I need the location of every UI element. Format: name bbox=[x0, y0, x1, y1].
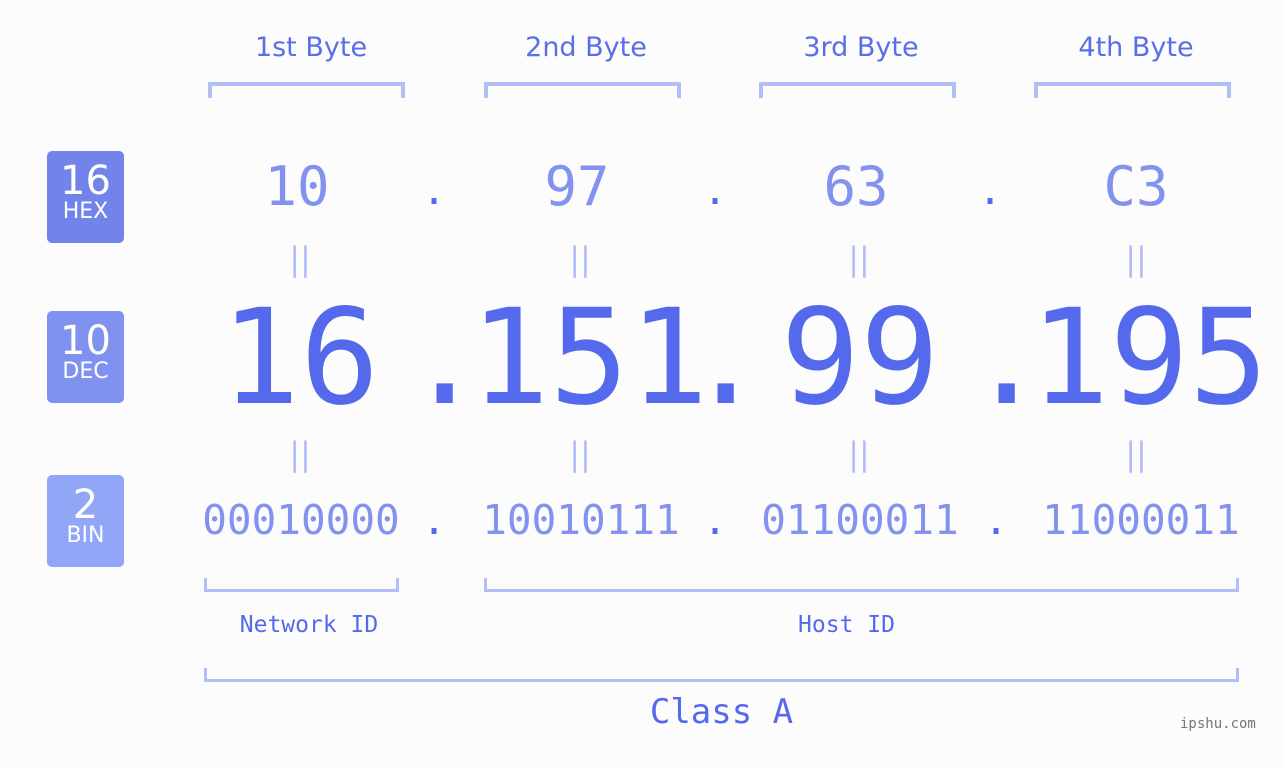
hex-separator-1: . bbox=[422, 168, 447, 214]
hex-badge: 16 HEX bbox=[47, 151, 124, 243]
watermark: ipshu.com bbox=[1180, 716, 1256, 732]
equals-icon: || bbox=[1125, 435, 1147, 473]
network-id-label: Network ID bbox=[239, 612, 379, 638]
bin-separator-1: . bbox=[422, 498, 447, 544]
byte-bracket-4 bbox=[1034, 82, 1231, 98]
dec-separator-3: . bbox=[967, 281, 1047, 435]
hex-separator-3: . bbox=[978, 168, 1003, 214]
hex-badge-label: HEX bbox=[62, 199, 109, 224]
byte-bracket-3 bbox=[759, 82, 956, 98]
hex-separator-2: . bbox=[703, 168, 728, 214]
dec-value-3: 99 bbox=[780, 281, 940, 435]
dec-separator-2: . bbox=[686, 281, 766, 435]
host-id-label: Host ID bbox=[798, 612, 895, 638]
bin-value-2: 10010111 bbox=[482, 496, 680, 544]
equals-icon: || bbox=[848, 240, 870, 278]
hex-value-2: 97 bbox=[544, 155, 610, 218]
hex-value-3: 63 bbox=[823, 155, 889, 218]
hex-badge-number: 16 bbox=[60, 158, 111, 204]
bin-value-3: 01100011 bbox=[761, 496, 959, 544]
class-label: Class A bbox=[649, 692, 794, 732]
host-id-bracket bbox=[484, 578, 1239, 592]
byte-label-3: 3rd Byte bbox=[803, 32, 919, 63]
bin-badge-number: 2 bbox=[72, 482, 99, 528]
hex-value-4: C3 bbox=[1103, 155, 1169, 218]
hex-value-1: 10 bbox=[264, 155, 330, 218]
byte-label-1: 1st Byte bbox=[254, 32, 368, 63]
equals-icon: || bbox=[289, 435, 311, 473]
byte-bracket-1 bbox=[208, 82, 405, 98]
byte-bracket-2 bbox=[484, 82, 681, 98]
bin-value-1: 00010000 bbox=[202, 496, 400, 544]
bin-separator-3: . bbox=[984, 498, 1009, 544]
equals-icon: || bbox=[1125, 240, 1147, 278]
dec-value-1: 16 bbox=[220, 281, 380, 435]
equals-icon: || bbox=[848, 435, 870, 473]
byte-label-4: 4th Byte bbox=[1078, 32, 1194, 63]
dec-value-4: 195 bbox=[1030, 281, 1269, 435]
byte-label-2: 2nd Byte bbox=[525, 32, 647, 63]
bin-badge-label: BIN bbox=[66, 523, 105, 548]
bin-badge: 2 BIN bbox=[47, 475, 124, 567]
equals-icon: || bbox=[569, 435, 591, 473]
network-id-bracket bbox=[204, 578, 399, 592]
bin-value-4: 11000011 bbox=[1042, 496, 1240, 544]
dec-badge-number: 10 bbox=[60, 318, 111, 364]
dec-badge-label: DEC bbox=[62, 359, 109, 384]
equals-icon: || bbox=[289, 240, 311, 278]
equals-icon: || bbox=[569, 240, 591, 278]
dec-value-2: 151 bbox=[470, 281, 709, 435]
bin-separator-2: . bbox=[703, 498, 728, 544]
dec-badge: 10 DEC bbox=[47, 311, 124, 403]
dec-separator-1: . bbox=[405, 281, 485, 435]
class-bracket bbox=[204, 668, 1239, 682]
